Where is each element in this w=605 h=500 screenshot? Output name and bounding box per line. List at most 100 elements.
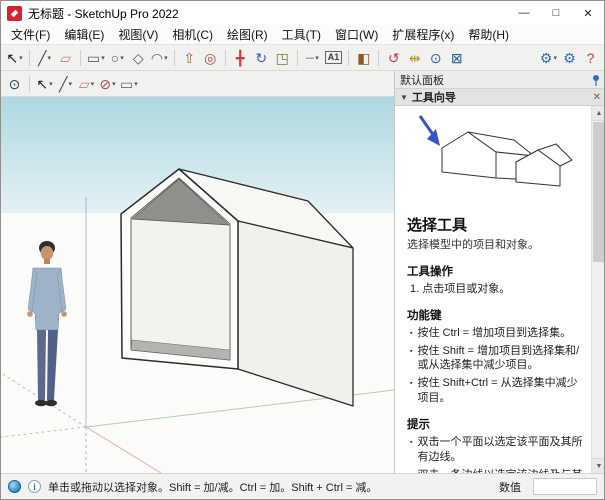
- circle-tool[interactable]: ○ ▾: [107, 47, 128, 69]
- bullet-icon: ▪: [410, 438, 412, 465]
- dropdown-arrow-icon[interactable]: ▾: [68, 80, 72, 88]
- maximize-button[interactable]: □: [540, 1, 572, 25]
- modifier-list: ▪ 按住 Ctrl = 增加项目到选择集。 ▪ 按住 Shift = 增加项目到…: [407, 326, 585, 406]
- menu-item[interactable]: 视图(V): [111, 24, 165, 45]
- status-message: 单击或拖动以选择对象。Shift = 加/减。Ctrl = 加。Shift + …: [48, 479, 377, 495]
- dropdown-arrow-icon[interactable]: ▾: [120, 54, 124, 62]
- menu-item[interactable]: 帮助(H): [461, 24, 516, 45]
- instructor-bullet: ▪ 双击一个平面以选定该平面及其所有边线。: [410, 435, 585, 465]
- scrollbar-thumb[interactable]: [593, 122, 605, 262]
- menu-item[interactable]: 工具(T): [275, 24, 328, 45]
- person-face: [41, 246, 54, 260]
- menu-item[interactable]: 文件(F): [4, 24, 57, 45]
- move-tool[interactable]: ╋: [230, 47, 251, 69]
- polygon-tool-icon: ◇: [133, 51, 144, 65]
- zoom-window-tool[interactable]: ⊙: [4, 73, 25, 95]
- dropdown-arrow-icon[interactable]: ▾: [19, 54, 23, 62]
- dropdown-arrow-icon[interactable]: ▾: [49, 80, 53, 88]
- dropdown-arrow-icon[interactable]: ▾: [553, 54, 557, 62]
- pan-tool-icon: ⇹: [409, 51, 421, 65]
- help-icon[interactable]: ?: [580, 47, 601, 69]
- measurement-input[interactable]: [533, 478, 597, 495]
- operation-title: 工具操作: [407, 263, 585, 279]
- line-tool-icon: ╱: [59, 77, 67, 91]
- toolbar-row-2: ⊙ ↖ ▾ ╱ ▾: [1, 71, 394, 97]
- polygon-tool[interactable]: ◇: [128, 47, 149, 69]
- bullet-icon: ▪: [410, 379, 412, 406]
- zoom-tool[interactable]: ⊙: [425, 47, 446, 69]
- paint-bucket-tool-icon: ◧: [357, 51, 370, 65]
- person-left-leg: [37, 330, 46, 400]
- menu-item[interactable]: 扩展程序(x): [385, 24, 461, 45]
- close-icon[interactable]: ✕: [593, 92, 601, 103]
- title-bar: 无标题 - SketchUp Pro 2022 — □ ✕: [1, 1, 604, 25]
- tape-measure-tool[interactable]: ┈ ▾: [302, 47, 323, 69]
- line-tool[interactable]: ╱ ▾: [55, 73, 76, 95]
- arc-tool[interactable]: ◠ ▾: [149, 47, 170, 69]
- instructor-bullet: ▪ 按住 Ctrl = 增加项目到选择集。: [410, 326, 585, 341]
- menu-bar: 文件(F) 编辑(E) 视图(V) 相机(C) 绘图(R) 工具(T) 窗口(W…: [1, 25, 604, 45]
- select-tool[interactable]: ↖ ▾: [34, 73, 55, 95]
- cursor-arrow-icon: [420, 116, 440, 146]
- info-icon[interactable]: i: [28, 480, 41, 493]
- auto-hide-pin-icon[interactable]: [591, 74, 601, 86]
- zoom-extents-tool[interactable]: ⊠: [446, 47, 467, 69]
- menu-item[interactable]: 窗口(W): [328, 24, 385, 45]
- toolbar-row-1: ↖ ▾ ╱ ▾ ▱ ▭: [1, 45, 604, 71]
- orbit-tool[interactable]: ↺: [383, 47, 404, 69]
- dropdown-arrow-icon[interactable]: ▾: [164, 54, 168, 62]
- orbit-tool-icon: ↺: [388, 51, 400, 65]
- line-tool[interactable]: ╱ ▾: [34, 47, 55, 69]
- person-left-hand: [27, 311, 33, 317]
- menu-item[interactable]: 相机(C): [165, 24, 220, 45]
- line-tool-icon: ╱: [38, 51, 46, 65]
- instructor-section-header[interactable]: ▼ 工具向导 ✕: [395, 89, 605, 106]
- close-button[interactable]: ✕: [572, 1, 604, 25]
- dropdown-arrow-icon[interactable]: ▾: [112, 80, 116, 88]
- scroll-up-button[interactable]: ▲: [592, 106, 605, 121]
- extension-warehouse-icon[interactable]: ⚙ ▾: [538, 47, 559, 69]
- panel-scrollbar[interactable]: ▲ ▼: [591, 106, 605, 473]
- rectangle-tool[interactable]: ▭ ▾: [85, 47, 107, 69]
- viewport-3d[interactable]: [1, 97, 394, 473]
- dropdown-arrow-icon[interactable]: ▾: [47, 54, 51, 62]
- scale-tool[interactable]: ◳: [272, 47, 293, 69]
- offset-tool[interactable]: ◎: [200, 47, 221, 69]
- eraser-tool[interactable]: ▱: [55, 47, 76, 69]
- dropdown-arrow-icon[interactable]: ▾: [101, 54, 105, 62]
- tray-title-bar: 默认面板: [395, 71, 605, 89]
- geolocation-icon[interactable]: [8, 480, 21, 493]
- pan-tool[interactable]: ⇹: [404, 47, 425, 69]
- dropdown-arrow-icon[interactable]: ▾: [134, 80, 138, 88]
- sketchup-window: 无标题 - SketchUp Pro 2022 — □ ✕ 文件(F) 编辑(E…: [0, 0, 605, 500]
- menu-item[interactable]: 编辑(E): [57, 24, 111, 45]
- dropdown-arrow-icon[interactable]: ▾: [315, 54, 319, 62]
- instructor-section-title: 工具向导: [412, 89, 456, 105]
- eraser-tool[interactable]: ▱ ▾: [76, 73, 97, 95]
- extension-manager-icon[interactable]: ⚙: [559, 47, 580, 69]
- toolbar-separator: [76, 47, 85, 69]
- bullet-icon: ▪: [410, 347, 412, 374]
- menu-item[interactable]: 绘图(R): [220, 24, 275, 45]
- default-tray: 默认面板 ▼ 工具向导 ✕: [394, 71, 605, 473]
- instructor-panel: 选择工具 选择模型中的项目和对象。 工具操作 1. 点击项目或对象。 功能键 ▪: [395, 106, 605, 473]
- text-tool[interactable]: A1: [323, 47, 345, 69]
- collapse-arrow-icon[interactable]: ▼: [400, 93, 408, 102]
- rectangle-tool[interactable]: ▭ ▾: [118, 73, 140, 95]
- paint-bucket-tool[interactable]: ◧: [353, 47, 374, 69]
- extension-manager-icon-icon: ⚙: [563, 51, 576, 65]
- toolbar-separator: [25, 73, 34, 95]
- rotate-tool[interactable]: ↻: [251, 47, 272, 69]
- tray-title-text: 默认面板: [400, 72, 444, 88]
- dropdown-arrow-icon[interactable]: ▾: [91, 80, 95, 88]
- rectangle-tool-icon: ▭: [87, 51, 100, 65]
- select-tool[interactable]: ↖ ▾: [4, 47, 25, 69]
- circle-tool[interactable]: ⊘ ▾: [97, 73, 118, 95]
- instructor-bullet: ▪ 按住 Shift+Ctrl = 从选择集中减少项目。: [410, 376, 585, 406]
- zoom-extents-tool-icon: ⊠: [451, 51, 463, 65]
- measurement-label: 数值: [499, 479, 521, 495]
- minimize-button[interactable]: —: [508, 1, 540, 25]
- toolbar-spacer: [467, 47, 538, 69]
- push-pull-tool[interactable]: ⇧: [179, 47, 200, 69]
- scroll-down-button[interactable]: ▼: [592, 458, 605, 473]
